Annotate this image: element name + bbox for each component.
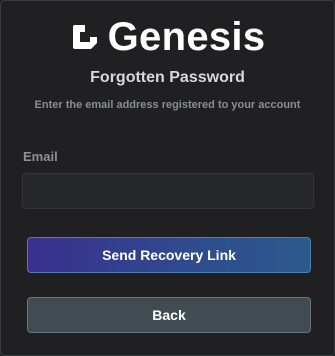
- back-label: Back: [152, 307, 186, 323]
- brand-name: Genesis: [107, 15, 266, 59]
- page-title: Forgotten Password: [90, 69, 245, 86]
- email-field[interactable]: [22, 173, 314, 209]
- page-subtitle: Enter the email address registered to yo…: [34, 99, 301, 111]
- email-label: Email: [23, 149, 58, 164]
- genesis-logo-icon: [70, 22, 100, 52]
- brand-header: Genesis: [1, 15, 334, 59]
- send-recovery-link-label: Send Recovery Link: [102, 247, 236, 263]
- forgot-password-panel: Genesis Forgotten Password Enter the ema…: [0, 0, 335, 356]
- back-button[interactable]: Back: [27, 297, 311, 333]
- send-recovery-link-button[interactable]: Send Recovery Link: [27, 237, 311, 273]
